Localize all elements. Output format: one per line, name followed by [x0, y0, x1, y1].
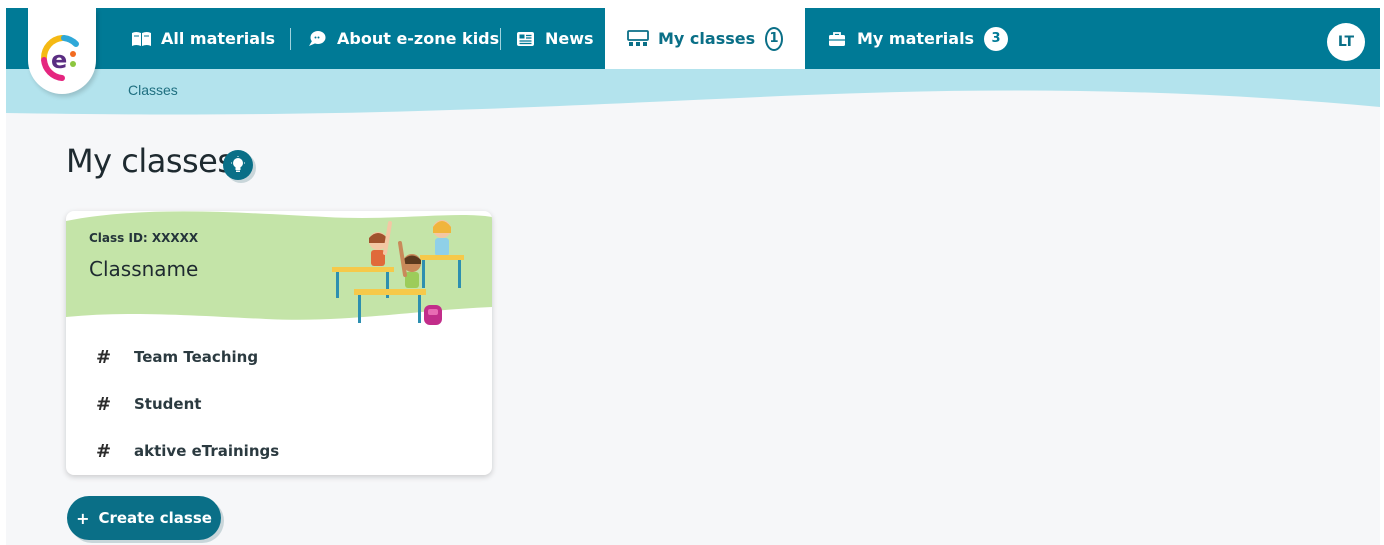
stat-label: Team Teaching: [134, 348, 259, 366]
nav-my-materials-label: My materials: [857, 29, 975, 48]
nav-divider: [500, 28, 501, 50]
hash-icon: #: [96, 440, 112, 462]
nav-about-label: About e-zone kids: [337, 29, 500, 48]
nav-my-classes[interactable]: My classes 1: [605, 8, 805, 69]
class-id: Class ID: XXXXX: [89, 231, 199, 245]
hash-icon: #: [96, 393, 112, 415]
newspaper-icon: [514, 30, 536, 48]
top-navigation: All materials About e-zone kids News My …: [6, 8, 1380, 69]
nav-news[interactable]: News: [514, 8, 594, 69]
lightbulb-icon: [231, 156, 245, 172]
book-icon: [130, 30, 152, 48]
nav-divider: [290, 28, 291, 50]
chat-bubble-icon: [306, 30, 328, 48]
svg-text:e: e: [51, 46, 67, 74]
create-class-button[interactable]: + Create classe: [67, 496, 221, 540]
stat-label: Student: [134, 395, 202, 413]
nav-news-label: News: [545, 29, 594, 48]
page-title: My classes: [66, 142, 234, 180]
nav-all-materials-label: All materials: [161, 29, 276, 48]
plus-icon: +: [76, 508, 90, 528]
breadcrumb-classes[interactable]: Classes: [128, 82, 178, 98]
app-frame: All materials About e-zone kids News My …: [6, 8, 1380, 545]
user-avatar[interactable]: LT: [1327, 23, 1365, 61]
nav-my-classes-label: My classes: [658, 29, 756, 48]
classroom-icon: [627, 30, 649, 48]
class-card[interactable]: Class ID: XXXXX Classname # Team Teachin…: [66, 211, 492, 475]
stat-active-etrainings[interactable]: # aktive eTrainings: [96, 439, 279, 463]
hash-icon: #: [96, 346, 112, 368]
app-logo[interactable]: e: [28, 8, 96, 94]
my-classes-count-badge: 1: [765, 26, 783, 51]
briefcase-icon: [826, 30, 848, 48]
classroom-illustration: [332, 220, 464, 325]
my-materials-count-badge: 3: [984, 26, 1009, 51]
nav-all-materials[interactable]: All materials: [130, 8, 275, 69]
stat-label: aktive eTrainings: [134, 442, 280, 460]
nav-my-materials[interactable]: My materials 3: [826, 8, 1009, 69]
breadcrumb-bar: [6, 69, 1380, 115]
stat-team-teaching[interactable]: # Team Teaching: [96, 345, 258, 369]
tip-button[interactable]: [223, 150, 253, 180]
nav-about[interactable]: About e-zone kids: [306, 8, 499, 69]
stat-student[interactable]: # Student: [96, 392, 201, 416]
class-name: Classname: [89, 257, 199, 281]
e-zone-logo-icon: e: [40, 35, 79, 81]
create-class-label: Create classe: [98, 509, 212, 527]
